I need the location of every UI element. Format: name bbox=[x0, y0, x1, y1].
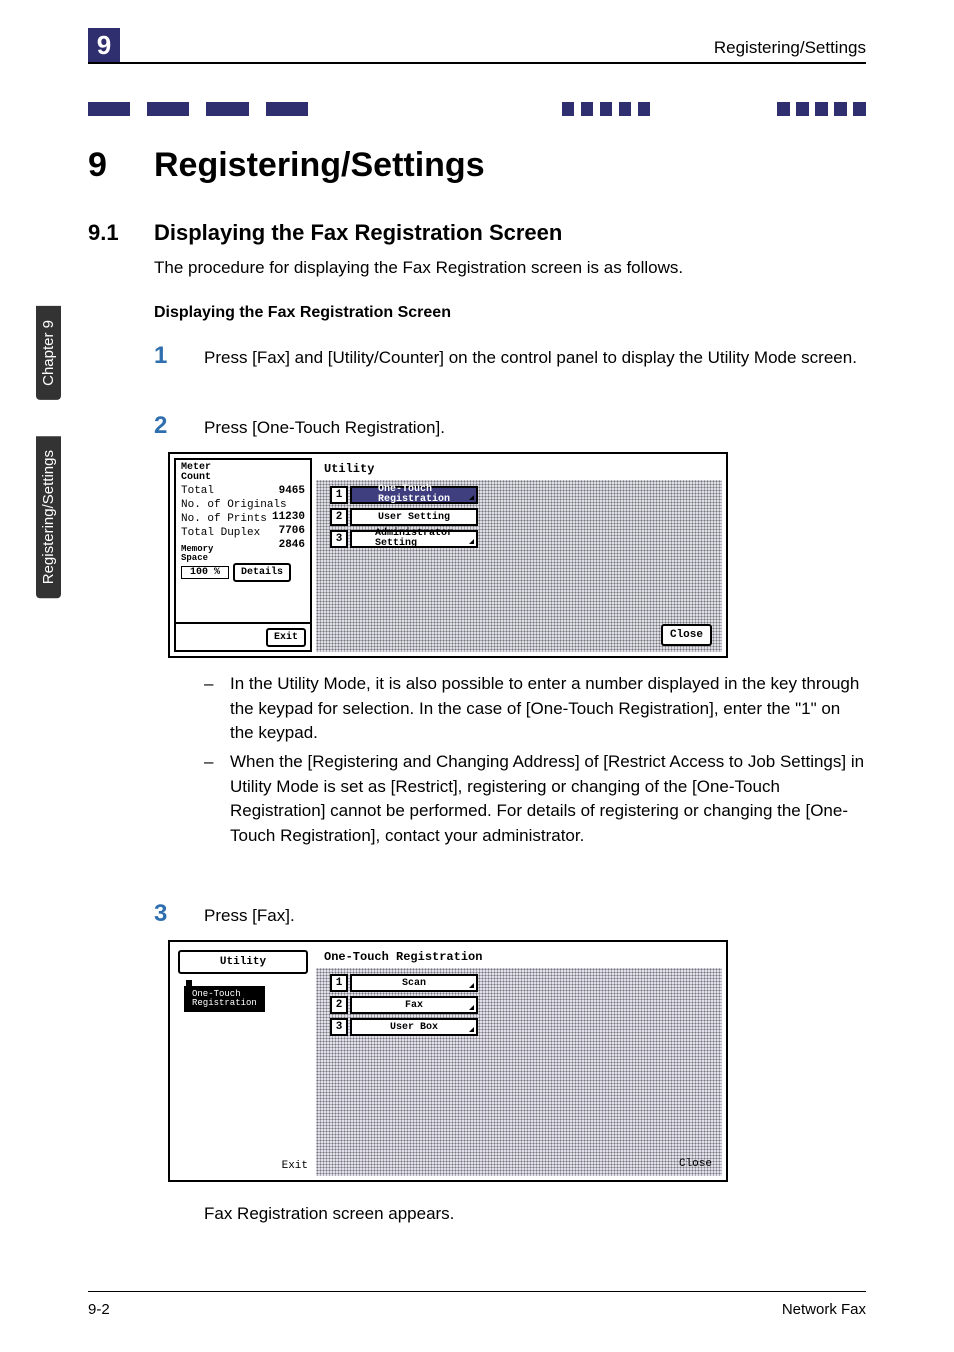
menu-item-fax[interactable]: 2 Fax bbox=[330, 996, 478, 1014]
originals-value: 11230 bbox=[272, 511, 305, 523]
footer-title: Network Fax bbox=[782, 1301, 866, 1318]
decorative-stripe bbox=[88, 102, 866, 116]
step-3-text: Press [Fax]. bbox=[204, 904, 866, 929]
step-1-text: Press [Fax] and [Utility/Counter] on the… bbox=[204, 346, 866, 371]
note-2: When the [Registering and Changing Addre… bbox=[196, 750, 866, 849]
duplex-label: Total Duplex bbox=[181, 527, 260, 539]
menu2-item-2-label: Fax bbox=[350, 996, 478, 1014]
side-tab-chapter: Chapter 9 bbox=[36, 306, 61, 400]
menu-item-1-label: One-Touch Registration bbox=[350, 486, 478, 504]
menu2-item-1-label: Scan bbox=[350, 974, 478, 992]
chapter-title: Registering/Settings bbox=[154, 146, 485, 185]
menu2-item-1-number: 1 bbox=[330, 974, 348, 992]
menu-item-admin-setting[interactable]: 3 Administrator Setting bbox=[330, 530, 478, 548]
lcd-screenshot-utility: Meter Count Total9465 No. of Originals11… bbox=[168, 452, 728, 658]
step-2-notes: In the Utility Mode, it is also possible… bbox=[196, 672, 866, 852]
meter-count-panel: Meter Count Total 9465 No. of Originals11… bbox=[174, 458, 312, 652]
menu-item-one-touch[interactable]: 1 One-Touch Registration bbox=[330, 486, 478, 504]
originals-label: No. of Originals bbox=[181, 499, 287, 511]
close-button[interactable]: Close bbox=[661, 624, 712, 646]
prints-value: 7706 bbox=[279, 525, 305, 537]
menu-item-3-label: Administrator Setting bbox=[350, 530, 478, 548]
step-1-number: 1 bbox=[154, 342, 167, 370]
duplex-value: 2846 bbox=[279, 539, 305, 551]
lcd-screenshot-one-touch: Utility One-Touch Registration Exit One-… bbox=[168, 940, 728, 1182]
section-intro: The procedure for displaying the Fax Reg… bbox=[154, 258, 683, 278]
menu-item-3-number: 3 bbox=[330, 530, 348, 548]
step-2-number: 2 bbox=[154, 412, 167, 440]
section-number: 9.1 bbox=[88, 220, 119, 246]
menu-item-user-box[interactable]: 3 User Box bbox=[330, 1018, 478, 1036]
footer-page-number: 9-2 bbox=[88, 1301, 110, 1318]
prints-label: No. of Prints bbox=[181, 513, 267, 525]
memory-space-value: 100 % bbox=[181, 566, 229, 579]
menu-item-scan[interactable]: 1 Scan bbox=[330, 974, 478, 992]
chapter-number: 9 bbox=[88, 146, 107, 185]
step-2-text: Press [One-Touch Registration]. bbox=[204, 416, 866, 441]
step-3-number: 3 bbox=[154, 900, 167, 928]
header-rule bbox=[88, 62, 866, 64]
menu-item-2-number: 2 bbox=[330, 508, 348, 526]
step-2: 2 Press [One-Touch Registration]. bbox=[154, 416, 866, 441]
running-header-title: Registering/Settings bbox=[714, 38, 866, 58]
step-3: 3 Press [Fax]. bbox=[154, 904, 866, 929]
breadcrumb-panel: Utility One-Touch Registration Exit bbox=[174, 946, 312, 1176]
step-1: 1 Press [Fax] and [Utility/Counter] on t… bbox=[154, 346, 866, 371]
closing-text: Fax Registration screen appears. bbox=[204, 1204, 454, 1224]
exit-button[interactable]: Exit bbox=[266, 628, 306, 647]
utility-button[interactable]: Utility bbox=[178, 950, 308, 974]
menu-item-2-label: User Setting bbox=[350, 508, 478, 526]
one-touch-panel-title: One-Touch Registration bbox=[316, 946, 722, 968]
breadcrumb-one-touch: One-Touch Registration bbox=[184, 986, 265, 1012]
footer-rule bbox=[88, 1291, 866, 1293]
details-button[interactable]: Details bbox=[233, 563, 291, 582]
exit-button-2[interactable]: Exit bbox=[282, 1160, 308, 1172]
section-title: Displaying the Fax Registration Screen bbox=[154, 220, 562, 246]
menu-item-user-setting[interactable]: 2 User Setting bbox=[330, 508, 478, 526]
subheading: Displaying the Fax Registration Screen bbox=[154, 304, 451, 322]
chapter-badge: 9 bbox=[88, 28, 120, 62]
menu2-item-2-number: 2 bbox=[330, 996, 348, 1014]
menu-item-1-number: 1 bbox=[330, 486, 348, 504]
close-button-2[interactable]: Close bbox=[679, 1158, 712, 1170]
menu2-item-3-label: User Box bbox=[350, 1018, 478, 1036]
utility-panel-title: Utility bbox=[316, 458, 722, 480]
total-value: 9465 bbox=[279, 485, 305, 497]
total-label: Total bbox=[181, 485, 214, 497]
note-1: In the Utility Mode, it is also possible… bbox=[196, 672, 866, 746]
menu2-item-3-number: 3 bbox=[330, 1018, 348, 1036]
meter-count-label: Meter Count bbox=[181, 463, 305, 483]
side-tab-section: Registering/Settings bbox=[36, 436, 61, 598]
